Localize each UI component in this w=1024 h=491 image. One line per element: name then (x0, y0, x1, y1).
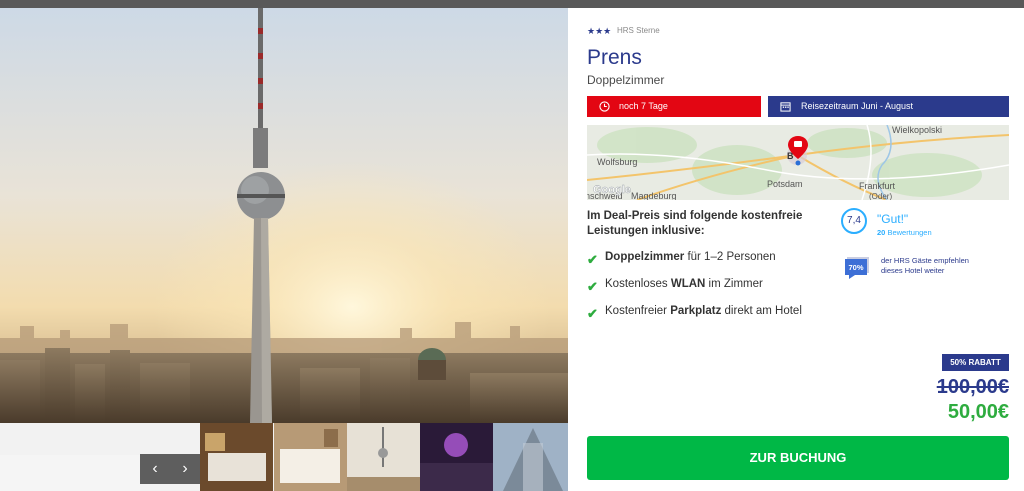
room-type: Doppelzimmer (587, 73, 665, 87)
thumbnail-room-2[interactable] (274, 423, 347, 491)
star-rating-icon: ★★★ (587, 26, 612, 36)
inclusions-title: Im Deal-Preis sind folgende kostenfreie … (587, 210, 803, 237)
thumbnail-club[interactable] (420, 423, 493, 491)
star-rating-label: HRS Sterne (617, 26, 660, 35)
feature-text: Kostenloses (605, 278, 671, 290)
map-label-wielkopolski: Wielkopolski (892, 125, 942, 135)
deal-panel: ★★★ HRS Sterne Prens Doppelzimmer noch 7… (568, 8, 1024, 491)
rating-score: 7,4 (841, 208, 867, 234)
speech-bubble-icon: 70% (845, 257, 869, 279)
book-button[interactable]: ZUR BUCHUNG (587, 436, 1009, 480)
countdown-badge: noch 7 Tage (587, 96, 761, 117)
thumbnail-strip: ‹ › (0, 423, 568, 491)
photo-gallery: ‹ › (0, 8, 568, 491)
map-label-magdeburg: Magdeburg (631, 191, 677, 200)
map-label-wolfsburg: Wolfsburg (597, 157, 637, 167)
discount-badge: 50% RABATT (942, 354, 1009, 371)
feature-text-bold: WLAN (670, 278, 706, 290)
feature-text-bold: Doppelzimmer (605, 251, 685, 263)
new-price: 50,00€ (947, 401, 1009, 423)
calendar-icon (780, 102, 791, 112)
checkmark-icon: ✔ (587, 279, 598, 294)
thumbnail-tower[interactable] (347, 423, 420, 491)
old-price: 100,00€ (936, 376, 1009, 398)
recommend-text: der HRS Gäste empfehlen dieses Hotel wei… (881, 256, 969, 275)
feature-text: im Zimmer (705, 278, 763, 290)
gallery-next-button[interactable]: › (170, 454, 200, 484)
thumbnail-placeholder (0, 455, 140, 491)
thumbnail-building[interactable] (493, 423, 568, 491)
checkmark-icon: ✔ (587, 306, 598, 321)
map-label-frankfurt: Frankfurt (859, 181, 896, 191)
checkmark-icon: ✔ (587, 252, 598, 267)
hotel-name: Prens (587, 46, 642, 69)
countdown-text: noch 7 Tage (619, 101, 668, 111)
map-label-oder: (Oder) (869, 192, 892, 200)
map-label-potsdam: Potsdam (767, 179, 803, 189)
rating-count-label: Bewertungen (887, 228, 932, 237)
gallery-prev-button[interactable]: ‹ (140, 454, 170, 484)
rating-count-number: 20 (877, 228, 886, 237)
clock-icon (599, 101, 610, 112)
feature-text: Kostenfreier (605, 305, 671, 317)
google-logo: Google (593, 184, 631, 196)
feature-text-bold: Parkplatz (670, 305, 722, 317)
hero-image-berlin-tv-tower[interactable] (0, 8, 568, 423)
travel-period-badge: Reisezeitraum Juni - August (768, 96, 1009, 117)
feature-text: für 1–2 Personen (684, 251, 776, 263)
thumbnail-room-1[interactable] (200, 423, 273, 491)
rating-word: "Gut!" (877, 212, 909, 226)
feature-text: direkt am Hotel (721, 305, 802, 317)
top-bar (0, 0, 1024, 8)
travel-period-text: Reisezeitraum Juni - August (801, 101, 914, 111)
location-map[interactable]: Wielkopolski Wolfsburg Potsdam Frankfurt… (587, 125, 1009, 200)
rating-count[interactable]: 20 Bewertungen (877, 228, 932, 237)
recommend-percent: 70% (848, 263, 863, 272)
